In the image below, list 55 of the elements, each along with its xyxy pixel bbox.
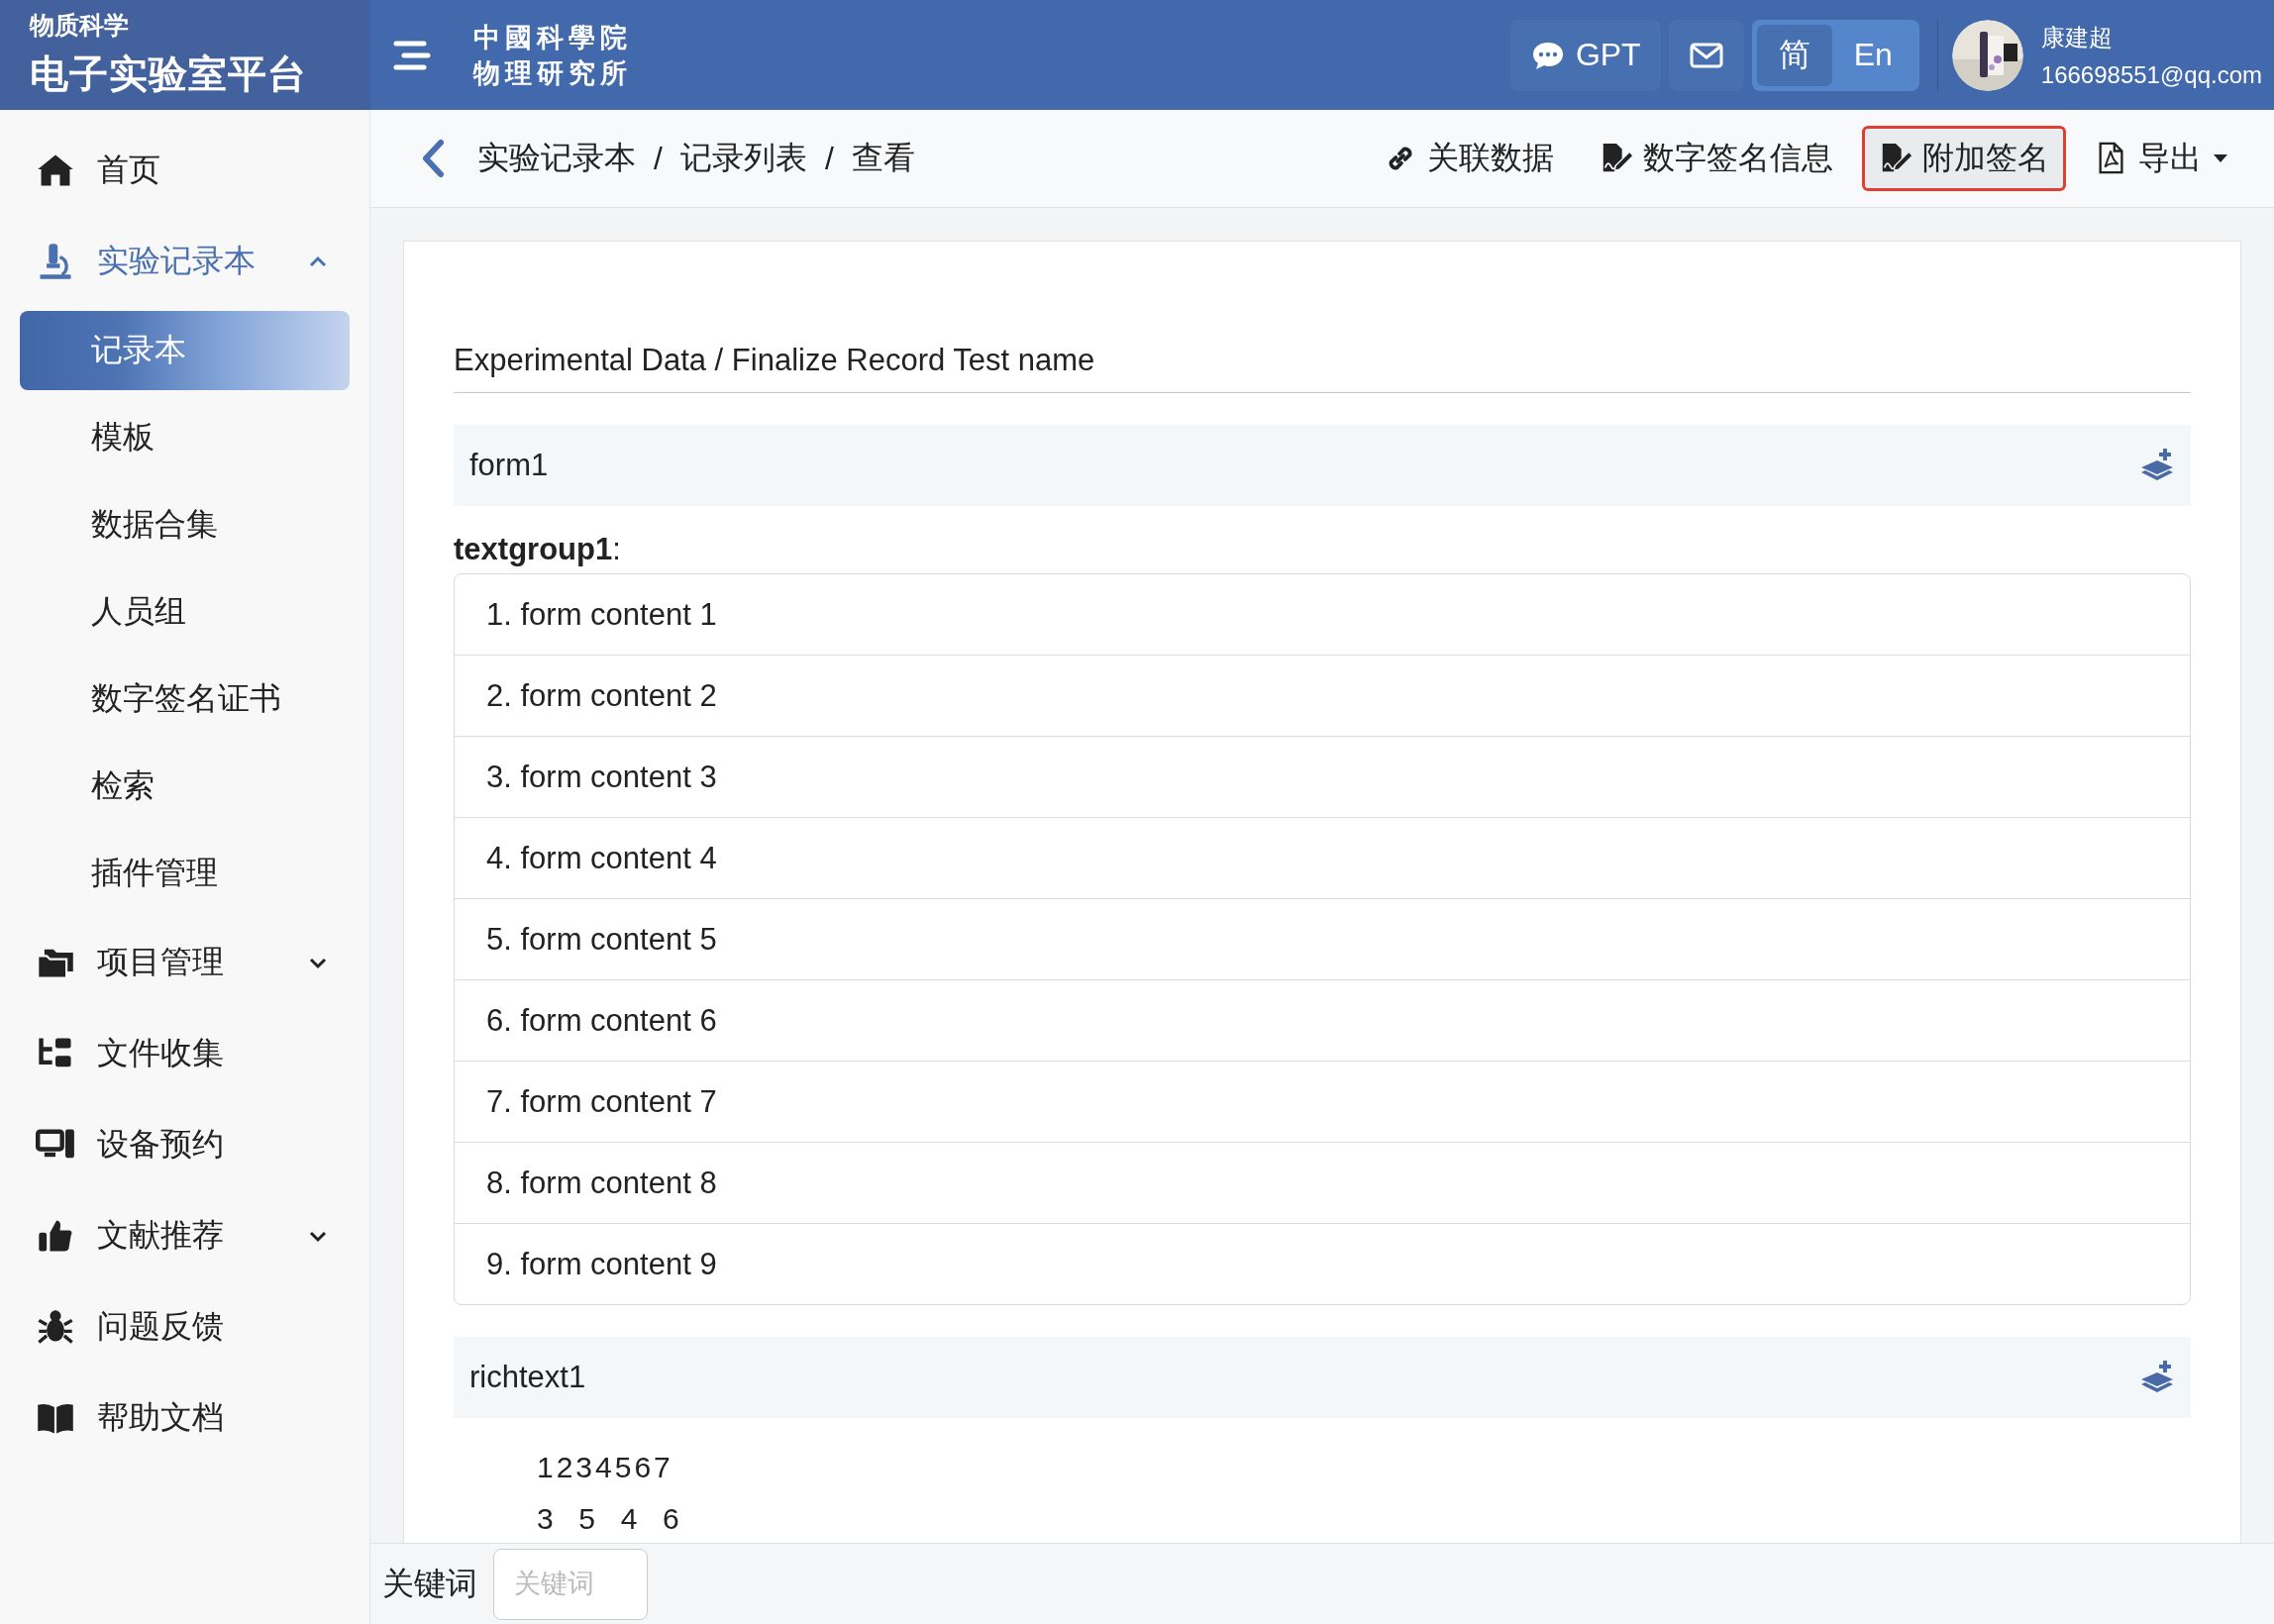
list-row: 4. form content 4	[455, 817, 2190, 898]
layers-plus-icon[interactable]	[2139, 448, 2175, 483]
list-row: 5. form content 5	[455, 898, 2190, 979]
richtext-line: 1234567	[536, 1450, 674, 1485]
sidebar-item[interactable]: 文件收集	[0, 1008, 369, 1099]
sidebar-subitem[interactable]: 模板	[20, 394, 350, 481]
dropdown-button[interactable]: 导出	[2078, 126, 2246, 191]
language-tab[interactable]: 简	[1756, 24, 1832, 86]
language-tab[interactable]: En	[1831, 24, 1914, 86]
list-row: 7. form content 7	[455, 1061, 2190, 1142]
list-row: 3. form content 3	[455, 736, 2190, 817]
list-row: 8. form content 8	[455, 1142, 2190, 1223]
sidebar-subitem[interactable]: 检索	[20, 743, 350, 830]
brand-title: 电子实验室平台	[30, 51, 307, 97]
user-name: 康建超	[2040, 22, 2113, 52]
sidebar-item[interactable]: 帮助文档	[0, 1372, 369, 1464]
user-email: 166698551@qq.com	[2040, 60, 2262, 89]
sidebar-item[interactable]: 项目管理	[0, 917, 369, 1008]
section-name: richtext1	[469, 1360, 587, 1395]
institute-logo-text: 物理研究所	[473, 55, 632, 90]
sidebar-subitem[interactable]: 插件管理	[20, 830, 350, 917]
group-label: textgroup1:	[454, 532, 622, 567]
back-chevron-icon[interactable]	[420, 139, 446, 178]
breadcrumb-separator: /	[654, 140, 663, 177]
toolbar-button[interactable]: 关联数据	[1367, 126, 1571, 191]
breadcrumb-separator: /	[824, 140, 834, 177]
toolbar-button[interactable]: 附加签名	[1862, 126, 2066, 191]
sidebar-subitem[interactable]: 人员组	[20, 568, 350, 656]
layers-plus-icon[interactable]	[2139, 1360, 2175, 1395]
bug-icon	[36, 1307, 75, 1347]
mail-button[interactable]	[1668, 19, 1744, 91]
sidebar-item[interactable]: 首页	[0, 125, 369, 216]
list-row: 6. form content 6	[455, 979, 2190, 1061]
sidebar-subitem[interactable]: 数字签名证书	[20, 656, 350, 743]
breadcrumb-link[interactable]: 记录列表	[679, 137, 807, 180]
breadcrumb-link[interactable]: 实验记录本	[477, 137, 636, 180]
sidebar-subitem[interactable]: 数据合集	[20, 481, 350, 568]
section-name: form1	[469, 448, 550, 483]
brand-subtitle: 物质科学	[30, 10, 129, 41]
institute-logo-text: 中國科學院	[473, 21, 632, 55]
sidebar-item[interactable]: 实验记录本	[0, 216, 369, 307]
sidebar-item[interactable]: 文献推荐	[0, 1190, 369, 1281]
keyword-label: 关键词	[382, 1564, 477, 1603]
richtext-line: 3 5 4 6	[536, 1501, 683, 1537]
list-row: 2. form content 2	[455, 655, 2190, 736]
sidebar-item[interactable]: 设备预约	[0, 1099, 369, 1190]
record-title: Experimental Data / Finalize Record Test name	[454, 343, 2191, 393]
gpt-button[interactable]: GPT	[1509, 19, 1661, 91]
toolbar-button[interactable]: 数字签名信息	[1583, 126, 1850, 191]
breadcrumb-link[interactable]: 查看	[851, 137, 915, 180]
list-row-text: 1. form content 1	[485, 595, 718, 634]
keyword-field[interactable]: 关键词	[493, 1548, 648, 1620]
sidebar-subitem[interactable]: 记录本	[20, 311, 350, 390]
sidebar-item[interactable]: 问题反馈	[0, 1281, 369, 1372]
list-row: 9. form content 9	[455, 1223, 2190, 1304]
